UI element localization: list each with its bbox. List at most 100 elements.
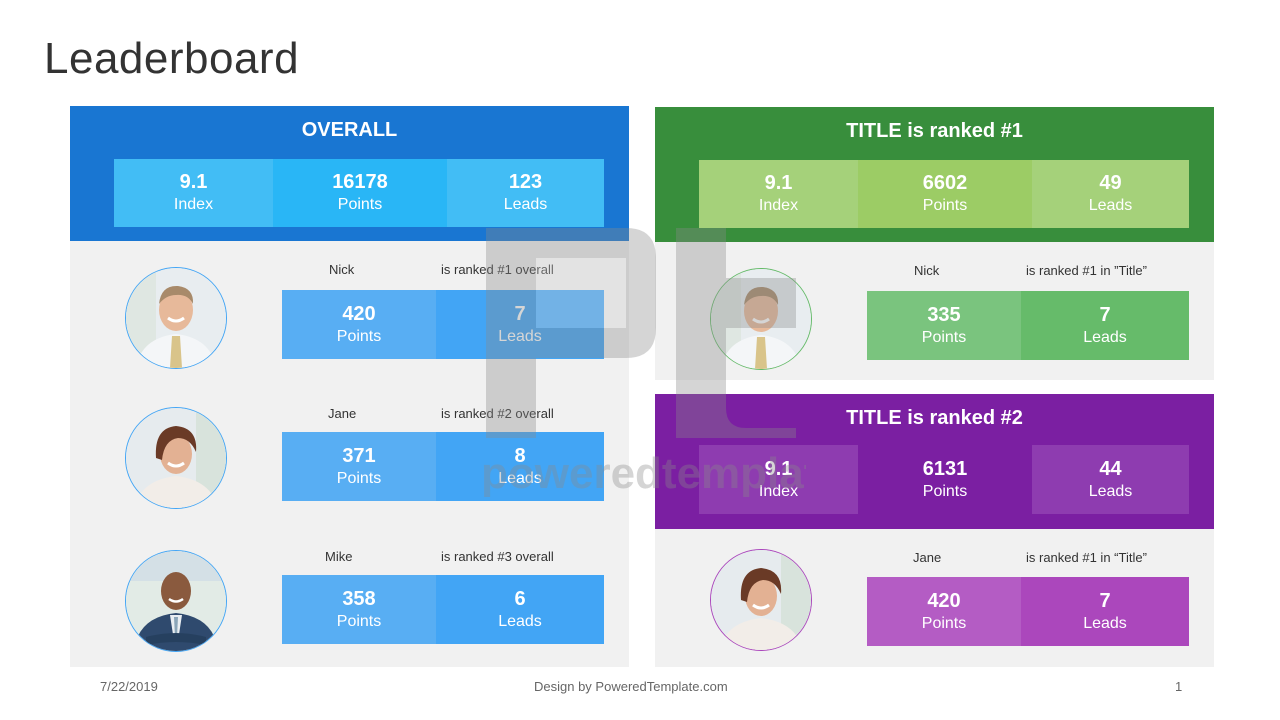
overall-points-cell: 16178 Points [273, 159, 447, 227]
footer-date: 7/22/2019 [100, 679, 158, 694]
avatar-mike [125, 550, 227, 652]
points-value: 358 [342, 587, 376, 610]
person-name: Jane [328, 406, 357, 421]
title2-leads-cell: 44 Leads [1032, 445, 1189, 514]
title1-points-cell: 6602 Points [858, 160, 1032, 228]
title1-points-value: 6602 [922, 172, 968, 194]
avatar-jane [125, 407, 227, 509]
title2-points-value: 6131 [922, 457, 968, 480]
leaderboard-row[interactable]: Mike is ranked #3 overall 358 Points 6 L… [70, 545, 629, 665]
footer-page-number: 1 [1175, 679, 1183, 694]
footer-credit: Design by PoweredTemplate.com [534, 679, 728, 694]
leads-cell: 7 Leads [1021, 577, 1189, 646]
title1-title: TITLE is ranked #1 [846, 120, 1023, 142]
person-rank: is ranked #3 overall [441, 549, 554, 564]
person-name: Nick [914, 263, 940, 278]
points-label: Points [336, 469, 382, 487]
title1-index-value: 9.1 [764, 172, 793, 194]
title1-panel: TITLE is ranked #1 9.1 Index 6602 Points… [655, 107, 1214, 380]
title2-index-value: 9.1 [764, 457, 793, 480]
person-stats: 420 Points 7 Leads [867, 577, 1189, 646]
overall-index-cell: 9.1 Index [114, 159, 273, 227]
person-stats: 358 Points 6 Leads [282, 575, 604, 644]
title1-leads-label: Leads [1088, 197, 1133, 214]
overall-panel: OVERALL 9.1 Index 16178 Points 123 Leads [70, 106, 629, 667]
title1-index-label: Index [758, 197, 799, 214]
title1-points-label: Points [922, 197, 968, 214]
person-rank: is ranked #1 in “Title” [1026, 550, 1147, 565]
title1-leads-cell: 49 Leads [1032, 160, 1189, 228]
person-stats: 335 Points 7 Leads [867, 291, 1189, 360]
person-rank: is ranked #1 overall [441, 262, 554, 277]
title1-stats: 9.1 Index 6602 Points 49 Leads [699, 160, 1189, 228]
points-label: Points [336, 612, 382, 630]
title2-points-label: Points [922, 482, 968, 500]
points-cell: 420 Points [867, 577, 1021, 646]
points-cell: 371 Points [282, 432, 436, 501]
woman-portrait-icon [126, 408, 226, 508]
points-value: 420 [342, 302, 376, 325]
title2-leads-label: Leads [1088, 482, 1133, 500]
title2-header: TITLE is ranked #2 9.1 Index 6131 Points… [655, 394, 1214, 529]
points-label: Points [921, 614, 967, 632]
points-cell: 335 Points [867, 291, 1021, 360]
woman-portrait-icon [711, 550, 811, 650]
person-name: Mike [325, 549, 353, 564]
overall-index-value: 9.1 [179, 171, 208, 193]
points-label: Points [921, 328, 967, 346]
man-tie-portrait-icon [711, 269, 811, 369]
person-rank: is ranked #1 in ”Title” [1026, 263, 1147, 278]
person-rank: is ranked #2 overall [441, 406, 554, 421]
person-name: Nick [329, 262, 355, 277]
overall-index-label: Index [173, 196, 214, 213]
leads-value: 7 [1099, 589, 1111, 612]
leaderboard-row[interactable]: Nick is ranked #1 overall 420 Points 7 L… [70, 256, 629, 376]
title2-stats: 9.1 Index 6131 Points 44 Leads [699, 445, 1189, 514]
title2-panel: TITLE is ranked #2 9.1 Index 6131 Points… [655, 394, 1214, 667]
overall-points-label: Points [337, 196, 383, 213]
leads-label: Leads [498, 612, 542, 630]
title2-index-cell: 9.1 Index [699, 445, 858, 514]
avatar-nick [125, 267, 227, 369]
points-label: Points [336, 327, 382, 345]
title2-points-cell: 6131 Points [858, 445, 1032, 514]
leads-value: 7 [514, 302, 526, 325]
points-value: 420 [927, 589, 961, 612]
avatar-nick [710, 268, 812, 370]
leads-cell: 6 Leads [436, 575, 604, 644]
leads-label: Leads [498, 469, 542, 487]
title1-leads-value: 49 [1099, 172, 1122, 194]
person-stats: 371 Points 8 Leads [282, 432, 604, 501]
title2-title: TITLE is ranked #2 [846, 407, 1023, 429]
leads-label: Leads [498, 327, 542, 345]
overall-leads-label: Leads [503, 196, 548, 213]
leads-label: Leads [1083, 614, 1127, 632]
overall-title: OVERALL [301, 119, 398, 141]
overall-points-value: 16178 [332, 171, 388, 193]
overall-leads-cell: 123 Leads [447, 159, 604, 227]
title2-leads-value: 44 [1099, 457, 1122, 480]
leads-value: 8 [514, 444, 526, 467]
leads-value: 7 [1099, 303, 1111, 326]
person-stats: 420 Points 7 Leads [282, 290, 604, 359]
points-value: 335 [927, 303, 961, 326]
leaderboard-row[interactable]: Jane is ranked #2 overall 371 Points 8 L… [70, 401, 629, 521]
leaderboard-row[interactable]: Jane is ranked #1 in “Title” 420 Points … [655, 544, 1214, 664]
leads-label: Leads [1083, 328, 1127, 346]
man-tie-portrait-icon [126, 268, 226, 368]
points-cell: 358 Points [282, 575, 436, 644]
title1-index-cell: 9.1 Index [699, 160, 858, 228]
man-suit-portrait-icon [126, 551, 226, 651]
page-title: Leaderboard [44, 34, 300, 83]
points-cell: 420 Points [282, 290, 436, 359]
title1-header: TITLE is ranked #1 9.1 Index 6602 Points… [655, 107, 1214, 242]
person-name: Jane [913, 550, 942, 565]
points-value: 371 [342, 444, 376, 467]
leads-cell: 7 Leads [436, 290, 604, 359]
leads-value: 6 [514, 587, 526, 610]
overall-header: OVERALL 9.1 Index 16178 Points 123 Leads [70, 106, 629, 241]
title2-index-label: Index [758, 482, 799, 500]
leaderboard-row[interactable]: Nick is ranked #1 in ”Title” 335 Points … [655, 257, 1214, 377]
overall-leads-value: 123 [508, 171, 543, 193]
overall-stats: 9.1 Index 16178 Points 123 Leads [114, 159, 604, 227]
